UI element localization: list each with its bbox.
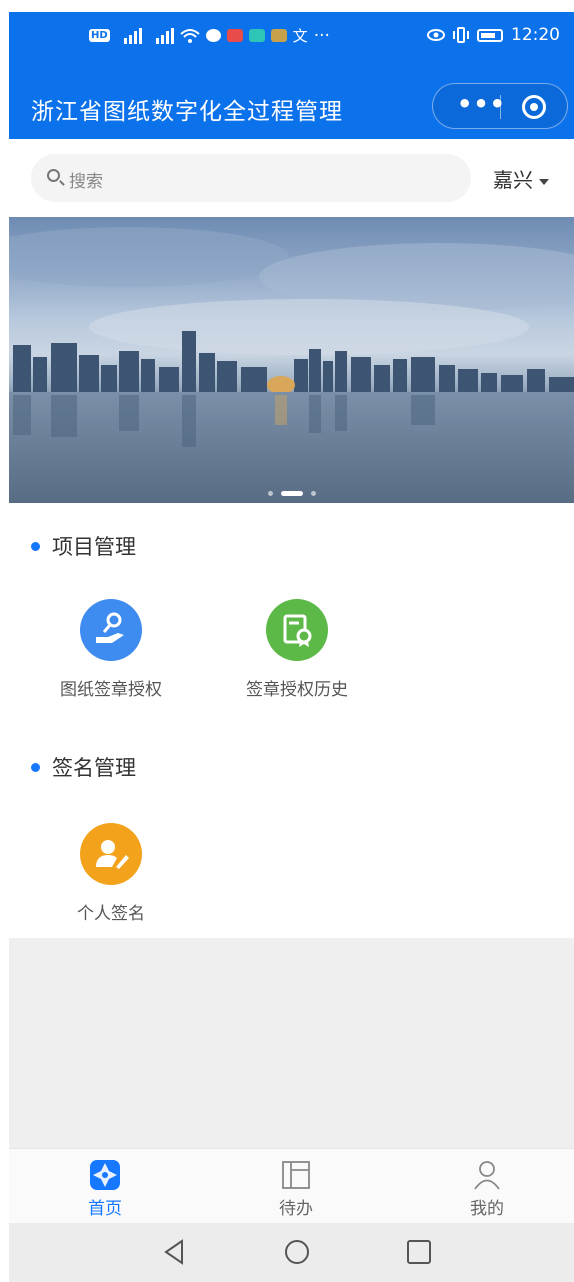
wifi-icon (180, 28, 200, 43)
vibrate-icon (453, 27, 469, 43)
section-title-signature: 签名管理 (31, 752, 136, 782)
carousel-dot-active[interactable] (280, 491, 303, 496)
menu-item-drawing-seal-auth[interactable]: 图纸签章授权 (36, 599, 186, 700)
city-selector[interactable]: 嘉兴 (493, 164, 549, 193)
hand-key-icon (80, 599, 142, 661)
app-icon (248, 29, 265, 42)
system-navigation-bar (9, 1223, 574, 1282)
phone-screen: HD 文 ··· 12:20 浙江省图纸数字化全过程管理 ••• 搜索 嘉兴 项… (9, 12, 574, 1282)
tab-profile[interactable]: 我的 (427, 1149, 547, 1219)
signal-4g-icon (155, 27, 174, 44)
section-bullet (31, 541, 40, 551)
status-icons-right: 12:20 (427, 25, 560, 45)
profile-icon (470, 1158, 504, 1192)
status-overflow: ··· (313, 25, 330, 46)
status-bar: HD 文 ··· 12:20 (9, 12, 574, 62)
top-bar: HD 文 ··· 12:20 浙江省图纸数字化全过程管理 ••• (9, 12, 574, 139)
battery-icon (477, 28, 503, 42)
back-icon[interactable] (161, 1238, 189, 1266)
translate-icon: 文 (292, 27, 308, 45)
menu-item-label: 签章授权历史 (246, 680, 348, 700)
city-skyline-image (9, 227, 574, 503)
bottom-tab-bar: 首页 待办 我的 (9, 1148, 574, 1224)
miniprogram-capsule: ••• (432, 83, 568, 129)
banner-carousel[interactable] (9, 217, 574, 503)
eye-icon (427, 29, 445, 41)
section-title-project: 项目管理 (31, 531, 136, 561)
empty-area (9, 938, 574, 1148)
page-title: 浙江省图纸数字化全过程管理 (31, 99, 343, 125)
app-icon (226, 29, 243, 42)
recents-icon[interactable] (405, 1238, 433, 1266)
city-label: 嘉兴 (493, 168, 533, 192)
section-bullet (31, 762, 40, 772)
close-miniprogram-button[interactable] (522, 95, 546, 119)
tab-label: 我的 (470, 1199, 504, 1219)
menu-item-personal-signature[interactable]: 个人签名 (36, 823, 186, 924)
search-icon (47, 169, 60, 182)
menu-item-label: 个人签名 (77, 904, 145, 924)
wechat-icon (205, 29, 221, 42)
menu-item-label: 图纸签章授权 (60, 680, 162, 700)
hd-icon: HD (89, 29, 110, 42)
tab-label: 待办 (279, 1199, 313, 1219)
caret-down-icon (539, 178, 549, 185)
tab-label: 首页 (88, 1199, 122, 1219)
home-circle-icon[interactable] (283, 1238, 311, 1266)
carousel-indicators (9, 483, 574, 502)
app-icon (270, 29, 287, 42)
section-title-text: 项目管理 (52, 535, 136, 559)
menu-item-seal-auth-history[interactable]: 签章授权历史 (222, 599, 372, 700)
home-icon (88, 1158, 122, 1192)
tab-todo[interactable]: 待办 (236, 1149, 356, 1219)
user-pen-icon (80, 823, 142, 885)
capsule-divider (500, 95, 501, 119)
carousel-dot[interactable] (267, 491, 273, 496)
todo-icon (279, 1158, 313, 1192)
signal-5g-icon (123, 27, 142, 44)
certificate-icon (266, 599, 328, 661)
carousel-dot[interactable] (310, 491, 316, 496)
section-title-text: 签名管理 (52, 756, 136, 780)
status-time: 12:20 (511, 25, 560, 45)
status-icons-left: HD 文 ··· (89, 25, 330, 46)
search-placeholder: 搜索 (69, 172, 103, 192)
tab-home[interactable]: 首页 (45, 1149, 165, 1219)
search-input[interactable]: 搜索 (31, 154, 471, 202)
more-menu-button[interactable]: ••• (457, 90, 506, 118)
